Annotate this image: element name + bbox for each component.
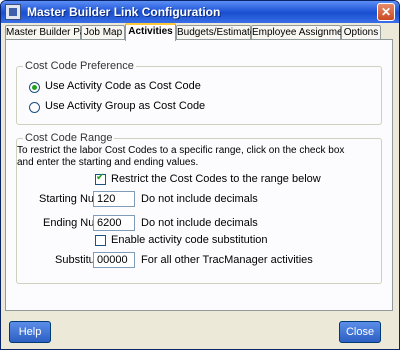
cost-code-range-group: Cost Code Range To restrict the labor Co… (16, 132, 382, 284)
title-bar[interactable]: Master Builder Link Configuration ✕ (1, 1, 399, 23)
activity-group-label[interactable]: Use Activity Group as Cost Code (45, 100, 205, 112)
close-button[interactable]: Close (339, 321, 381, 343)
restrict-range-checkbox[interactable] (95, 172, 106, 185)
tab-strip: Master Builder Path Job Map Activities B… (5, 23, 397, 41)
range-description-line-1: To restrict the labor Cost Codes to a sp… (17, 145, 345, 156)
restrict-range-label[interactable]: Restrict the Cost Codes to the range bel… (111, 173, 321, 185)
tab-employee-assignments[interactable]: Employee Assignments (251, 25, 356, 40)
activity-group-radio[interactable] (29, 102, 40, 113)
range-description-line-2: and enter the starting and ending values… (17, 157, 199, 168)
tab-activities[interactable]: Activities (125, 23, 176, 41)
close-window-button[interactable]: ✕ (377, 3, 395, 21)
substitution-checkbox[interactable] (95, 235, 106, 246)
tab-master-builder-path[interactable]: Master Builder Path (5, 25, 94, 40)
button-bar: Help Close (1, 311, 399, 349)
window-title: Master Builder Link Configuration (27, 5, 221, 19)
dialog-window: Master Builder Link Configuration ✕ Mast… (0, 0, 400, 350)
activities-panel: Cost Code Preference Use Activity Code a… (5, 39, 393, 311)
ending-number-hint: Do not include decimals (141, 217, 258, 229)
cost-code-preference-title: Cost Code Preference (23, 60, 136, 72)
substitute-hint: For all other TracManager activities (141, 254, 313, 266)
tab-options[interactable]: Options (341, 25, 381, 40)
tab-budgets-estimates[interactable]: Budgets/Estimates (176, 25, 260, 40)
tab-job-map[interactable]: Job Map (81, 25, 125, 40)
help-button[interactable]: Help (9, 321, 51, 343)
starting-number-input[interactable] (93, 191, 135, 207)
substitute-input[interactable] (93, 252, 135, 268)
starting-number-hint: Do not include decimals (141, 193, 258, 205)
activity-code-label[interactable]: Use Activity Code as Cost Code (45, 80, 201, 92)
cost-code-range-title: Cost Code Range (23, 132, 115, 144)
ending-number-input[interactable] (93, 215, 135, 231)
activity-code-radio[interactable] (29, 82, 40, 93)
app-icon (5, 4, 21, 20)
cost-code-preference-group: Cost Code Preference Use Activity Code a… (16, 60, 382, 125)
substitution-label[interactable]: Enable activity code substitution (111, 234, 268, 246)
